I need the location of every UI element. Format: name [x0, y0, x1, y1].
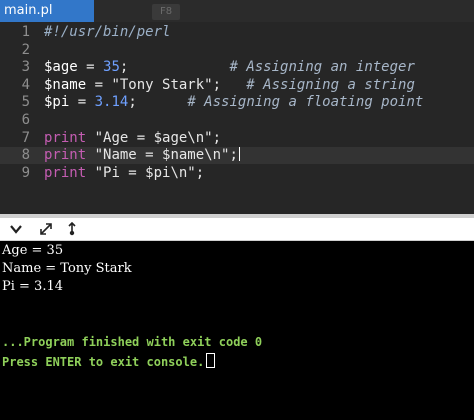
code-token: $age [44, 59, 78, 76]
code-token: "Pi = $pi\n"; [86, 164, 205, 181]
exit-prompt: Press ENTER to exit console. [2, 353, 216, 371]
code-line[interactable]: 9 print "Pi = $pi\n"; [0, 165, 474, 182]
expand-icon[interactable] [38, 221, 54, 237]
code-line[interactable]: 5 $pi = 3.14; # Assigning a floating poin… [0, 94, 474, 111]
code-token: # Assigning a floating point [136, 94, 424, 111]
code-token: # Assigning a string [221, 76, 415, 93]
line-number: 7 [21, 129, 30, 146]
code-token: = [77, 59, 104, 76]
code-token: $name [44, 76, 87, 93]
code-line[interactable]: 6 [0, 112, 474, 129]
code-token: print [44, 129, 87, 146]
exit-status: ...Program finished with exit code 0 [2, 335, 263, 349]
code-token: = [69, 94, 95, 111]
code-token: "Age = $age\n"; [86, 129, 222, 146]
output-line: Pi = 3.14 [2, 279, 64, 294]
code-text: print "Pi = $pi\n"; [44, 165, 204, 182]
output-line: Age = 35 [2, 243, 64, 258]
text-cursor [238, 147, 240, 162]
terminal-cursor [206, 353, 216, 368]
code-line[interactable]: 2 [0, 42, 474, 59]
code-text: $pi = 3.14; # Assigning a floating point [44, 94, 423, 111]
code-line[interactable]: 7 print "Age = $age\n"; [0, 130, 474, 147]
output-line: Name = Tony Stark [2, 261, 132, 276]
line-number: 3 [21, 59, 30, 76]
code-token: #!/usr/bin/perl [44, 24, 171, 40]
code-text: $age = 35; # Assigning an integer [44, 59, 415, 76]
code-line[interactable]: 3 $age = 35; # Assigning an integer [0, 59, 474, 76]
code-editor[interactable]: 1 #!/usr/bin/perl 2 3 $age = 35; # Assigning… [0, 22, 474, 214]
chevron-down-icon[interactable] [8, 221, 24, 237]
console-toolbar [0, 218, 474, 241]
code-token: $pi [44, 94, 70, 111]
code-token: = "Tony Stark"; [86, 76, 222, 93]
tab-ghost[interactable]: F8 [152, 4, 180, 20]
line-number: 8 [21, 147, 30, 164]
line-number: 1 [21, 24, 30, 40]
code-text: $name = "Tony Stark"; # Assigning a stri… [44, 77, 415, 94]
line-number: 5 [21, 94, 30, 111]
line-number: 2 [21, 41, 30, 58]
exit-prompt-text: Press ENTER to exit console. [2, 355, 205, 369]
code-line[interactable]: 4 $name = "Tony Stark"; # Assigning a str… [0, 77, 474, 94]
share-icon[interactable] [64, 221, 80, 237]
code-token: ; [128, 94, 137, 111]
code-token: "Name = $name\n"; [86, 147, 238, 164]
code-token: 3.14 [94, 94, 129, 111]
code-line[interactable]: 8 print "Name = $name\n"; [0, 147, 474, 165]
line-number: 9 [21, 164, 30, 181]
code-text: print "Age = $age\n"; [44, 130, 221, 147]
code-token: print [44, 164, 87, 181]
code-line[interactable]: 1 #!/usr/bin/perl [0, 24, 474, 41]
line-number: 6 [21, 112, 30, 128]
code-token: # Assigning an integer [128, 59, 415, 76]
code-text: print "Name = $name\n"; [44, 147, 240, 164]
code-text: #!/usr/bin/perl [44, 24, 170, 41]
console-output[interactable]: Age = 35 Name = Tony Stark Pi = 3.14 ...… [0, 241, 474, 420]
code-token: 35 [103, 59, 120, 76]
tab-main-pl[interactable]: main.pl [0, 0, 94, 22]
line-number: 4 [21, 76, 30, 93]
tab-bar: main.pl F8 [0, 0, 474, 22]
code-token: print [44, 147, 87, 164]
